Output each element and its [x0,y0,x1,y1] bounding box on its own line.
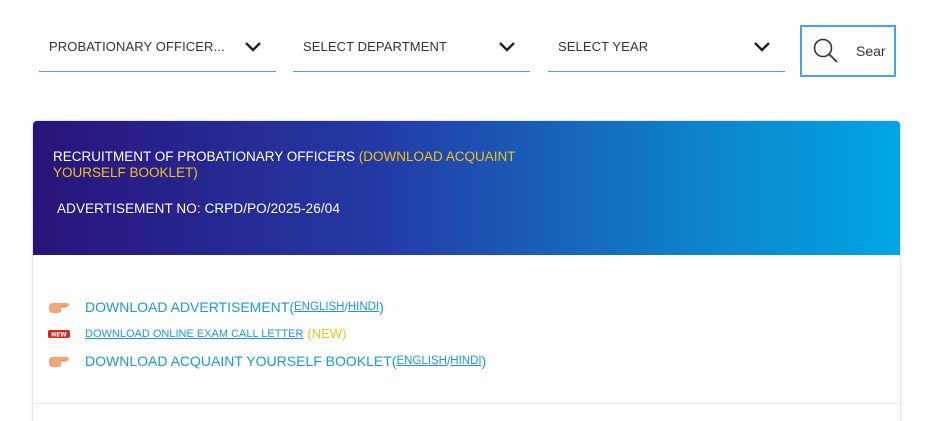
search-icon [813,38,838,63]
list-item: NEW DOWNLOAD ONLINE EXAM CALL LETTER (NE… [47,320,486,347]
paren-close: ) [481,352,487,369]
pointing-hand-icon [49,356,69,367]
download-call-letter-link[interactable]: DOWNLOAD ONLINE EXAM CALL LETTER [85,328,303,340]
card-header: RECRUITMENT OF PROBATIONARY OFFICERS (DO… [33,121,900,255]
new-badge-icon: NEW [48,329,70,338]
post-select-value: PROBATIONARY OFFICER... [49,39,225,54]
list-item: DOWNLOAD ADVERTISEMENT ( ENGLISH / HINDI… [47,293,486,320]
list-item: DOWNLOAD ACQUAINT YOURSELF BOOKLET ( ENG… [47,347,486,374]
booklet-hindi-link[interactable]: HINDI [450,355,481,367]
filter-bar: PROBATIONARY OFFICER... SELECT DEPARTMEN… [0,0,944,90]
booklet-english-link[interactable]: ENGLISH [396,355,447,367]
department-select[interactable]: SELECT DEPARTMENT [293,22,530,72]
chevron-down-icon [245,41,261,52]
card-title: RECRUITMENT OF PROBATIONARY OFFICERS (DO… [53,149,573,181]
advertisement-number: ADVERTISEMENT NO: CRPD/PO/2025-26/04 [57,201,340,216]
card-title-main: RECRUITMENT OF PROBATIONARY OFFICERS [53,149,356,164]
post-select[interactable]: PROBATIONARY OFFICER... [39,22,276,72]
recruitment-card: RECRUITMENT OF PROBATIONARY OFFICERS (DO… [32,120,901,421]
search-button[interactable]: Sear [800,25,896,77]
advertisement-english-link[interactable]: ENGLISH [294,301,345,313]
card-divider [33,403,900,404]
pointing-hand-icon [49,302,69,313]
download-advertisement-link[interactable]: DOWNLOAD ADVERTISEMENT [85,299,289,315]
year-select-value: SELECT YEAR [558,39,649,54]
download-booklet-link[interactable]: DOWNLOAD ACQUAINT YOURSELF BOOKLET [85,353,392,369]
chevron-down-icon [754,41,770,52]
department-select-value: SELECT DEPARTMENT [303,39,448,54]
chevron-down-icon [499,41,515,52]
paren-close: ) [379,298,384,315]
search-button-label: Sear [856,43,886,59]
svg-text:NEW: NEW [51,331,67,338]
new-tag: (NEW) [307,326,347,341]
download-links: DOWNLOAD ADVERTISEMENT ( ENGLISH / HINDI… [47,293,486,374]
advertisement-hindi-link[interactable]: HINDI [348,301,379,313]
year-select[interactable]: SELECT YEAR [548,22,785,72]
